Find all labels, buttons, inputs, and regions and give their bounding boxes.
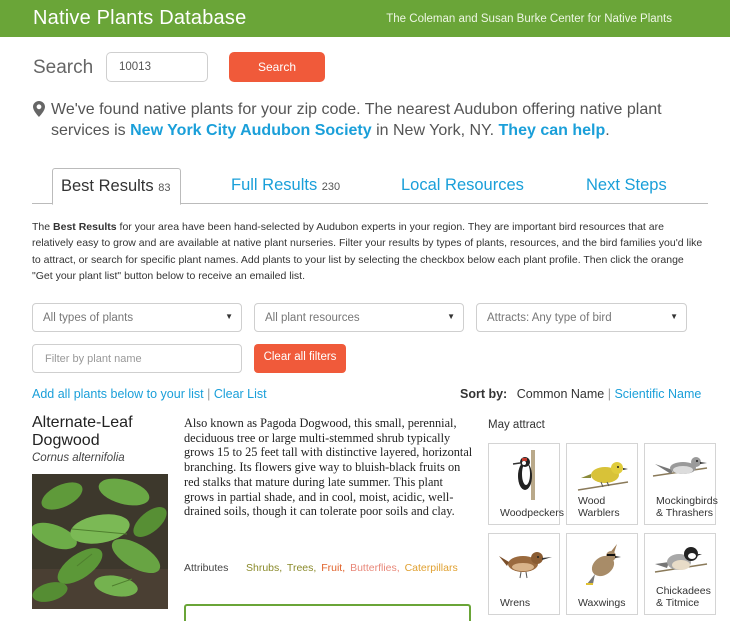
bird-name: Wrens [500, 596, 531, 609]
desc-post: for your area have been hand-selected by… [32, 221, 703, 282]
attracts-value: Attracts: Any type of bird [487, 312, 612, 324]
plant-type-select[interactable]: All types of plants ▼ [32, 303, 242, 332]
separator: | [607, 387, 611, 401]
search-button[interactable]: Search [229, 52, 325, 82]
tab-label: Local Resources [401, 176, 524, 194]
dogwood-leaves-image [32, 474, 168, 609]
bird-name: Wood Warblers [578, 495, 620, 519]
bird-card-woodpeckers[interactable]: Woodpeckers [488, 443, 564, 525]
sort-controls: Sort by: Common Name | Scientific Name [460, 387, 701, 401]
sort-scientific-name[interactable]: Scientific Name [614, 387, 701, 401]
bird-card-waxwings[interactable]: Waxwings [566, 533, 638, 615]
bird-name: Waxwings [578, 596, 626, 609]
attribute-tag: Fruit, [321, 562, 346, 574]
list-actions: Add all plants below to your list | Clea… [32, 387, 267, 401]
tab-full-results[interactable]: Full Results 230 [231, 168, 340, 204]
bird-card-chickadees-titmice[interactable]: Chickadees & Titmice [644, 533, 716, 615]
tab-best-results[interactable]: Best Results 83 [52, 168, 182, 205]
add-all-plants-link[interactable]: Add all plants below to your list [32, 387, 204, 401]
separator: | [207, 387, 211, 401]
attributes-label: Attributes [184, 562, 229, 574]
plant-resources-select[interactable]: All plant resources ▼ [254, 303, 464, 332]
caret-down-icon: ▼ [447, 312, 455, 321]
plant-scientific-name: Cornus alternifolia [32, 452, 125, 464]
notice-location: in New York, NY. [371, 122, 499, 139]
tab-count: 230 [321, 181, 341, 193]
plant-resources-value: All plant resources [265, 312, 360, 324]
tab-next-steps[interactable]: Next Steps [586, 168, 667, 204]
desc-pre: The [32, 221, 54, 233]
attributes-list: Shrubs, Trees, Fruit, Butterflies, Cater… [246, 561, 476, 577]
desc-bold: Best Results [53, 221, 117, 233]
may-attract-heading: May attract [488, 419, 545, 431]
zip-search-input[interactable] [106, 52, 208, 82]
plant-name-filter-input[interactable]: Filter by plant name [32, 344, 242, 373]
mockingbird-icon [652, 457, 708, 477]
bird-card-wrens[interactable]: Wrens [488, 533, 560, 615]
attribute-tag: Trees, [286, 562, 317, 574]
sort-label: Sort by: [460, 387, 508, 401]
they-can-help-link[interactable]: They can help [499, 122, 606, 139]
sort-common-name[interactable]: Common Name [517, 387, 605, 401]
location-notice: We've found native plants for your zip c… [51, 99, 711, 141]
results-tabs: Best Results 83 Full Results 230 Local R… [32, 168, 708, 205]
bird-card-wood-warblers[interactable]: Wood Warblers [566, 443, 638, 525]
attribute-tag: Shrubs, [246, 562, 283, 574]
tab-label: Next Steps [586, 176, 667, 194]
notice-period: . [605, 122, 610, 139]
map-pin-icon [33, 101, 45, 117]
tab-local-resources[interactable]: Local Resources [401, 168, 524, 204]
search-label: Search [33, 57, 94, 78]
bird-name: Chickadees & Titmice [656, 585, 711, 609]
header-bar: Native Plants Database The Coleman and S… [0, 0, 730, 37]
add-to-list-button[interactable] [184, 604, 471, 621]
app-title[interactable]: Native Plants Database [33, 7, 246, 30]
caret-down-icon: ▼ [225, 312, 233, 321]
attribute-tag: Butterflies, [350, 562, 400, 574]
warbler-icon [577, 462, 629, 491]
plant-common-name[interactable]: Alternate-Leaf Dogwood [32, 414, 182, 450]
audubon-society-link[interactable]: New York City Audubon Society [130, 122, 372, 139]
header-subtitle[interactable]: The Coleman and Susan Burke Center for N… [386, 13, 672, 25]
tab-count: 83 [158, 182, 171, 194]
attribute-tag: Caterpillars [404, 562, 458, 574]
bird-card-mockingbirds-thrashers[interactable]: Mockingbirds & Thrashers [644, 443, 718, 525]
waxwing-icon [586, 544, 621, 585]
woodpecker-icon [512, 450, 535, 500]
plant-type-value: All types of plants [43, 312, 134, 324]
wren-icon [499, 552, 552, 579]
plant-description: Also known as Pagoda Dogwood, this small… [184, 416, 473, 519]
plant-photo[interactable] [32, 474, 168, 609]
results-description: The Best Results for your area have been… [32, 219, 704, 284]
caret-down-icon: ▼ [670, 312, 678, 321]
chickadee-icon [654, 547, 708, 573]
tab-label: Full Results [231, 176, 318, 194]
tab-label: Best Results [61, 177, 154, 195]
attracts-bird-select[interactable]: Attracts: Any type of bird ▼ [476, 303, 687, 332]
clear-filters-button[interactable]: Clear all filters [254, 344, 346, 373]
bird-name: Mockingbirds & Thrashers [656, 495, 718, 519]
clear-list-link[interactable]: Clear List [214, 387, 267, 401]
bird-name: Woodpeckers [500, 506, 565, 519]
